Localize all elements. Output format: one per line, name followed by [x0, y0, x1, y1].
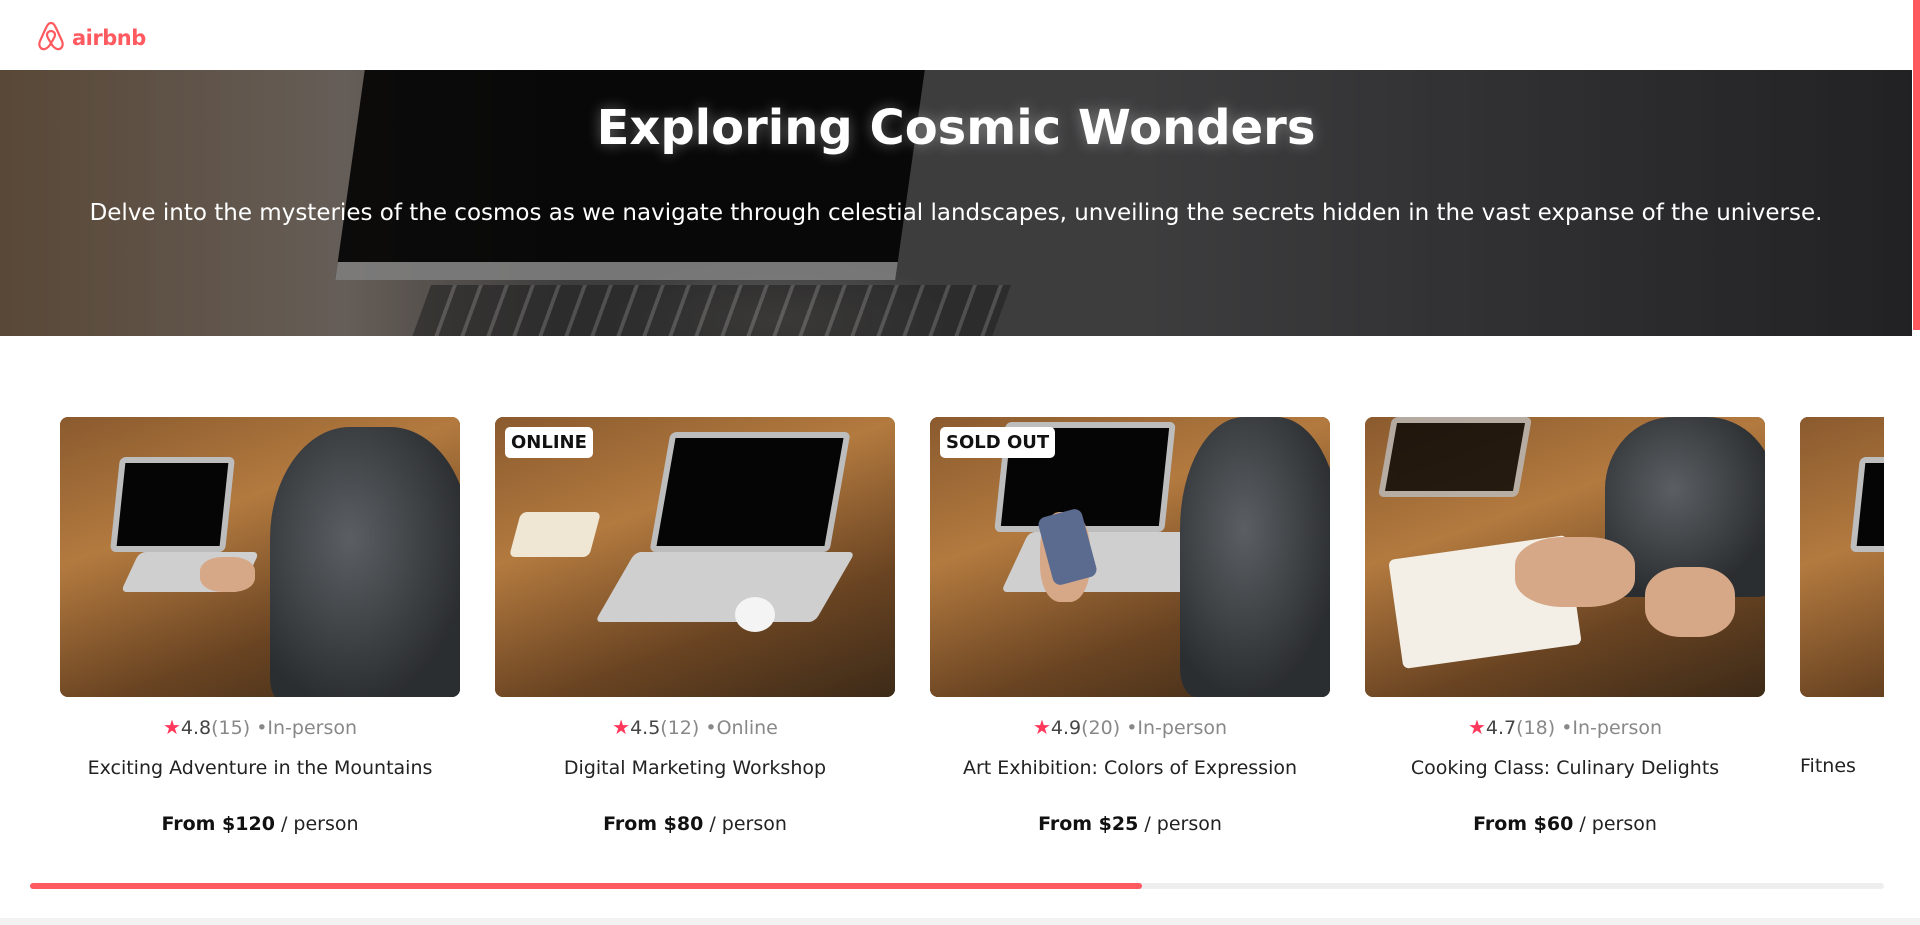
- experience-card[interactable]: ★4.8(15) •In-person Exciting Adventure i…: [60, 417, 460, 835]
- experience-card[interactable]: ONLINE ★4.5(12) •Online Digital Marketin…: [495, 417, 895, 835]
- hero-banner: Exploring Cosmic Wonders Delve into the …: [0, 70, 1912, 336]
- star-icon: ★: [612, 715, 631, 739]
- brand-logo[interactable]: airbnb: [36, 20, 146, 56]
- star-icon: ★: [1467, 715, 1486, 739]
- carousel-progress-track[interactable]: [30, 883, 1884, 889]
- experience-image[interactable]: SOLD OUT: [930, 417, 1330, 697]
- experience-image[interactable]: [60, 417, 460, 697]
- experience-title[interactable]: Art Exhibition: Colors of Expression: [930, 757, 1330, 779]
- experience-image[interactable]: [1800, 417, 1884, 697]
- experience-meta: ★4.9(20) •In-person: [1032, 715, 1228, 739]
- carousel-progress-fill: [30, 883, 1143, 889]
- hero-description: Delve into the mysteries of the cosmos a…: [89, 200, 1823, 226]
- experience-card[interactable]: ★4.7(18) •In-person Cooking Class: Culin…: [1365, 417, 1765, 835]
- experience-meta: ★4.7(18) •In-person: [1467, 715, 1663, 739]
- experience-meta: ★4.8(15) •In-person: [162, 715, 358, 739]
- navbar: airbnb: [0, 0, 1920, 70]
- experience-title[interactable]: Cooking Class: Culinary Delights: [1365, 757, 1765, 779]
- experience-price: From $25 / person: [1038, 813, 1222, 835]
- experience-carousel[interactable]: ★4.8(15) •In-person Exciting Adventure i…: [60, 417, 1884, 857]
- experience-price: From $120 / person: [161, 813, 359, 835]
- status-badge: ONLINE: [505, 427, 593, 458]
- experience-image[interactable]: [1365, 417, 1765, 697]
- experience-price: From $80 / person: [603, 813, 787, 835]
- experience-title[interactable]: Exciting Adventure in the Mountains: [60, 757, 460, 779]
- experience-title[interactable]: Fitnes: [1800, 755, 1884, 777]
- star-icon: ★: [1032, 715, 1051, 739]
- experience-price: From $60 / person: [1473, 813, 1657, 835]
- status-badge: SOLD OUT: [940, 427, 1056, 458]
- brand-name: airbnb: [72, 26, 146, 50]
- experience-meta: ★4.5(12) •Online: [612, 715, 778, 739]
- hero-title: Exploring Cosmic Wonders: [596, 100, 1316, 156]
- horizontal-scrollbar[interactable]: [0, 918, 1920, 925]
- airbnb-logo-icon: [36, 20, 66, 56]
- scrollbar[interactable]: [1913, 0, 1920, 330]
- experience-card[interactable]: SOLD OUT ★4.9(20) •In-person Art Exhibit…: [930, 417, 1330, 835]
- experience-image[interactable]: ONLINE: [495, 417, 895, 697]
- star-icon: ★: [162, 715, 181, 739]
- experience-title[interactable]: Digital Marketing Workshop: [495, 757, 895, 779]
- experience-card[interactable]: ★ Fitnes: [1800, 417, 1884, 777]
